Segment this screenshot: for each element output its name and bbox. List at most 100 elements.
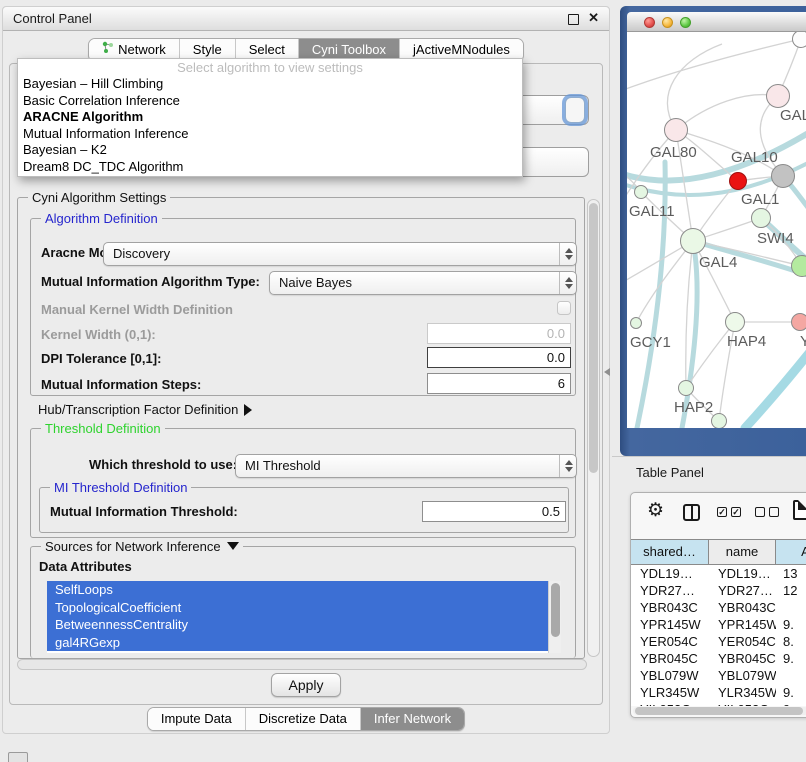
table-cell: YBR045C [709, 650, 776, 667]
deselect-all-checks-icon[interactable] [755, 507, 779, 517]
algorithm-option-bayesian-k2[interactable]: Bayesian – K2 [18, 142, 522, 159]
scrollbar-thumb[interactable] [551, 583, 560, 637]
control-panel-title: Control Panel [13, 7, 92, 31]
table-row[interactable]: YBL079WYBL079W [631, 667, 806, 684]
network-window-titlebar[interactable] [627, 12, 806, 32]
mi-algorithm-type-label: Mutual Information Algorithm Type: [41, 274, 260, 289]
gear-icon[interactable]: ⚙ [647, 499, 664, 522]
close-traffic-light-icon[interactable] [644, 17, 655, 28]
scrollbar-thumb[interactable] [635, 707, 803, 715]
minimize-traffic-light-icon[interactable] [662, 17, 673, 28]
data-attributes-label: Data Attributes [39, 559, 132, 574]
table-row[interactable]: YER054CYER054C8. [631, 633, 806, 650]
hub-transcription-section[interactable]: Hub/Transcription Factor Definition [38, 402, 252, 417]
mi-algorithm-type-value: Naive Bayes [279, 275, 352, 290]
sources-title-text: Sources for Network Inference [45, 539, 221, 554]
tab-infer-network[interactable]: Infer Network [360, 708, 464, 730]
network-node[interactable] [711, 413, 727, 428]
table-cell: 9. [776, 650, 806, 667]
table-row[interactable]: YIL052CYIL052C9 [631, 701, 806, 706]
table-cell: YIL052C [631, 701, 709, 706]
table-row[interactable]: YDL19…YDL19…13 [631, 565, 806, 582]
algorithm-option-basic-correlation-inference[interactable]: Basic Correlation Inference [18, 93, 522, 110]
settings-horizontal-scrollbar[interactable] [17, 659, 587, 670]
network-node[interactable] [792, 32, 806, 48]
control-panel-titlebar[interactable]: Control Panel ✕ [3, 7, 609, 31]
list-scrollbar[interactable] [548, 581, 561, 653]
manual-kernel-width-checkbox[interactable] [557, 301, 571, 315]
network-node-gal10[interactable] [771, 164, 795, 188]
network-node[interactable] [751, 208, 771, 228]
algorithm-option-aracne-algorithm[interactable]: ARACNE Algorithm [18, 109, 522, 126]
table-cell: 12 [776, 582, 806, 599]
select-all-checks-icon[interactable]: ✓✓ [717, 507, 741, 517]
table-cell: 13 [776, 565, 806, 582]
node-label-gal10: GAL10 [731, 149, 778, 166]
mi-threshold-field[interactable]: 0.5 [422, 501, 566, 522]
zoom-traffic-light-icon[interactable] [680, 17, 691, 28]
control-panel-window: Control Panel ✕ NetworkStyleSelectCyni T… [2, 6, 610, 734]
table-body: YDL19…YDL19…13YDR27…YDR27…12YBR043CYBR04… [631, 565, 806, 706]
node-label-hap2: HAP2 [674, 399, 713, 416]
network-node-gal80[interactable] [664, 118, 688, 142]
float-window-icon[interactable] [568, 14, 579, 25]
aracne-mode-value: Discovery [113, 246, 170, 261]
expand-arrow-icon[interactable] [244, 404, 252, 416]
table-cell: YBR043C [631, 599, 709, 616]
network-node-y[interactable] [791, 313, 806, 331]
tab-impute-data[interactable]: Impute Data [148, 708, 245, 730]
kernel-width-field[interactable]: 0.0 [427, 323, 571, 344]
algorithm-option-dream8-dc-tdc-algorithm[interactable]: Dream8 DC_TDC Algorithm [18, 159, 522, 176]
cyni-algorithm-settings-group: Cyni Algorithm Settings Algorithm Defini… [17, 197, 585, 659]
node-label-y: Y [800, 333, 806, 350]
data-attribute-item-betweennesscentrality[interactable]: BetweennessCentrality [47, 616, 548, 634]
table-cell: YER054C [709, 633, 776, 650]
network-node-gal1[interactable] [729, 172, 747, 190]
network-canvas[interactable]: GALGAL80GAL10GAL1GAL11GAL4SWI4GCY1HAP4YH… [627, 32, 806, 428]
tab-label: Discretize Data [259, 708, 347, 730]
network-node-gal11[interactable] [634, 185, 648, 199]
mi-steps-field[interactable]: 6 [427, 373, 571, 394]
table-row[interactable]: YDR27…YDR27…12 [631, 582, 806, 599]
network-node-gal4[interactable] [680, 228, 706, 254]
apply-button[interactable]: Apply [271, 673, 341, 697]
column-header-name[interactable]: name [709, 539, 776, 565]
node-label-gal: GAL [780, 107, 806, 124]
which-threshold-select[interactable]: MI Threshold [235, 454, 577, 478]
table-cell: 9 [776, 701, 806, 706]
column-view-icon[interactable] [683, 504, 700, 521]
table-cell: YDR27… [631, 582, 709, 599]
network-node-gal[interactable] [766, 84, 790, 108]
mi-algorithm-type-select[interactable]: Naive Bayes [269, 271, 577, 295]
aracne-mode-select[interactable]: Discovery [103, 242, 577, 266]
network-node-hap4[interactable] [725, 312, 745, 332]
table-row[interactable]: YLR345WYLR345W9. [631, 684, 806, 701]
collapse-arrow-icon[interactable] [227, 542, 239, 550]
node-label-hap4: HAP4 [727, 333, 766, 350]
table-row[interactable]: YBR043CYBR043C [631, 599, 806, 616]
tab-discretize-data[interactable]: Discretize Data [245, 708, 360, 730]
algorithm-option-bayesian-hill-climbing[interactable]: Bayesian – Hill Climbing [18, 76, 522, 93]
splitpane-collapse-arrow[interactable] [604, 368, 610, 376]
dpi-tolerance-field[interactable]: 0.0 [427, 347, 571, 368]
table-horizontal-scrollbar[interactable] [633, 707, 806, 715]
table-row[interactable]: YBR045CYBR045C9. [631, 650, 806, 667]
settings-vertical-scrollbar[interactable] [587, 199, 600, 657]
table-row[interactable]: YPR145WYPR145W9. [631, 616, 806, 633]
algorithm-option-mutual-information-inference[interactable]: Mutual Information Inference [18, 126, 522, 143]
scrollbar-thumb[interactable] [589, 203, 598, 473]
hidden-panel-icon[interactable] [8, 752, 28, 762]
table-panel-title: Table Panel [636, 465, 704, 480]
column-header-shared[interactable]: shared… [631, 539, 709, 565]
close-icon[interactable]: ✕ [588, 10, 599, 26]
node-label-swi4: SWI4 [757, 230, 794, 247]
data-attribute-item-selfloops[interactable]: SelfLoops [47, 581, 548, 599]
network-node-swi4[interactable] [791, 255, 806, 277]
network-node-hap2[interactable] [678, 380, 694, 396]
file-icon[interactable] [793, 500, 806, 520]
data-attribute-item-gal4rgexp[interactable]: gal4RGexp [47, 634, 548, 652]
network-node-gcy1[interactable] [630, 317, 642, 329]
column-header-a[interactable]: A [776, 539, 806, 565]
data-attribute-item-topologicalcoefficient[interactable]: TopologicalCoefficient [47, 599, 548, 617]
algorithm-combobox-spinner[interactable] [565, 97, 585, 123]
